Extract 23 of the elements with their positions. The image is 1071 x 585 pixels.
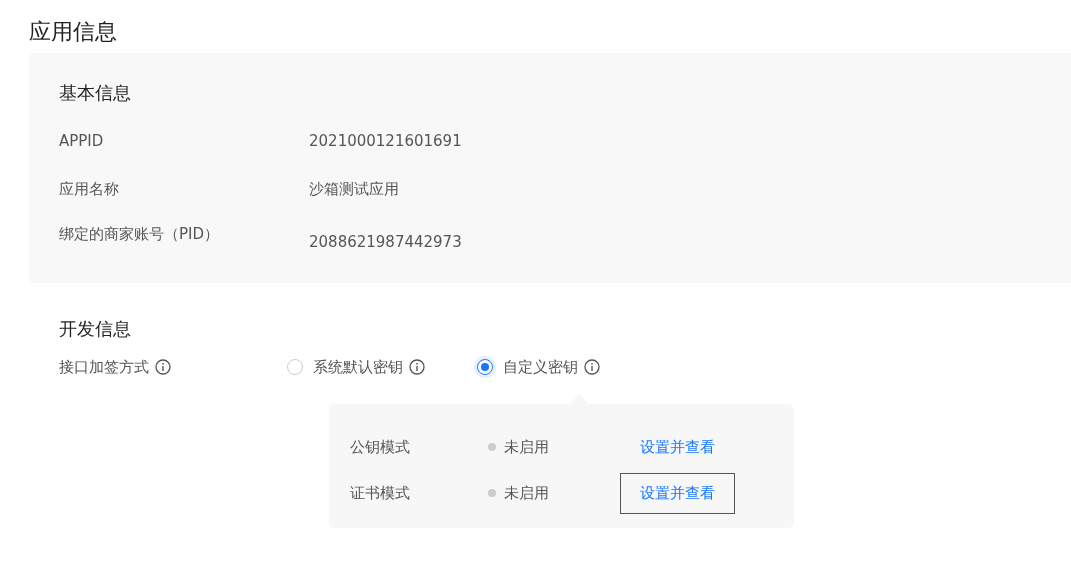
- field-label: 绑定的商家账号（PID）: [59, 225, 221, 244]
- field-label: 接口加签方式: [59, 357, 149, 377]
- section-heading: 开发信息: [59, 317, 132, 341]
- section-heading: 基本信息: [59, 81, 132, 105]
- info-icon[interactable]: [584, 359, 600, 375]
- setup-link[interactable]: 设置并查看: [620, 426, 735, 468]
- field-label: APPID: [59, 132, 105, 150]
- status-dot: [488, 443, 496, 451]
- mode-name: 公钥模式: [350, 437, 411, 457]
- field-value: 沙箱测试应用: [309, 179, 399, 199]
- page-title: 应用信息: [28, 18, 118, 46]
- info-icon[interactable]: [409, 359, 425, 375]
- field-value: 2021000121601691: [309, 132, 462, 150]
- status-text: 未启用: [504, 483, 549, 503]
- radio-option[interactable]: 自定义密钥: [477, 357, 578, 377]
- status-dot: [488, 489, 496, 497]
- field-value: 2088621987442973: [309, 233, 462, 251]
- field-label: 应用名称: [59, 179, 120, 199]
- radio-option[interactable]: 系统默认密钥: [287, 357, 403, 377]
- status-text: 未启用: [504, 437, 549, 457]
- info-icon[interactable]: [155, 359, 171, 375]
- setup-link[interactable]: 设置并查看: [620, 472, 735, 514]
- mode-name: 证书模式: [350, 483, 411, 503]
